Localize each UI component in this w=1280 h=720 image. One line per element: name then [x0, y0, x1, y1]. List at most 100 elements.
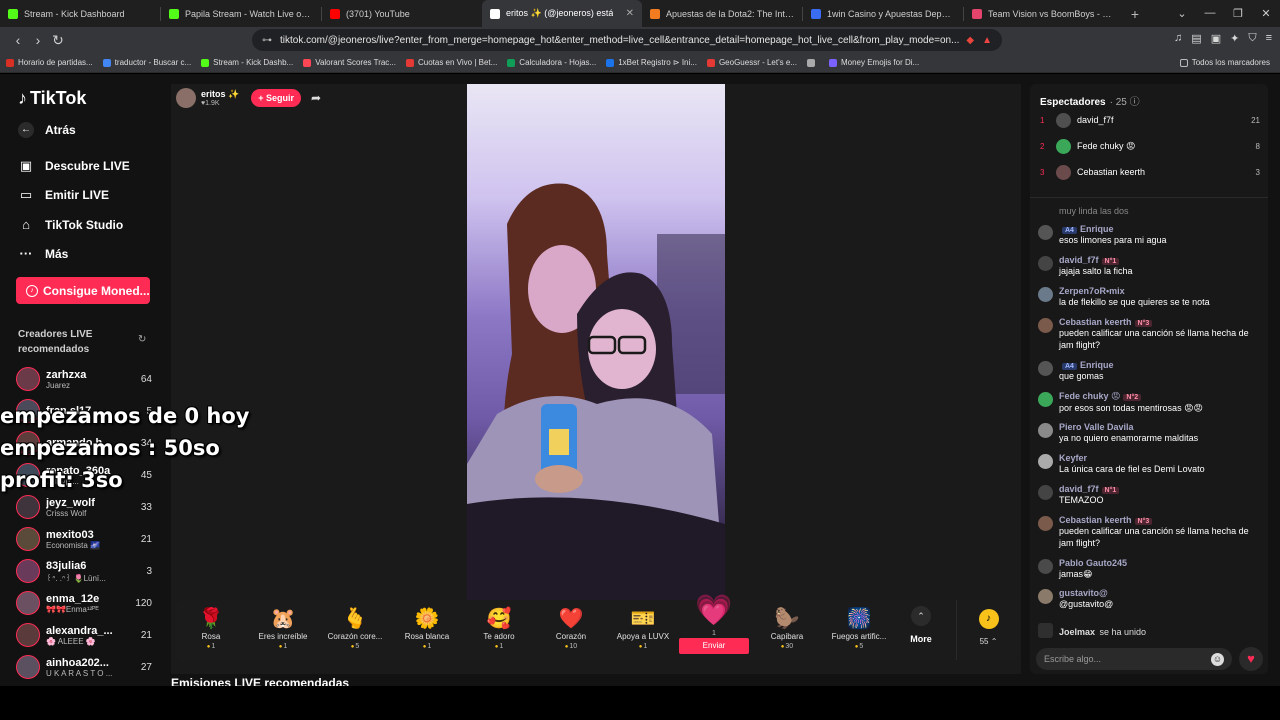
creator-item[interactable]: jeyz_wolf Crisss Wolf 33	[16, 492, 152, 522]
address-url[interactable]: tiktok.com/@jeoneros/live?enter_from_mer…	[280, 35, 959, 46]
top-viewer-row[interactable]: 3 Cebastian keerth 3	[1040, 162, 1260, 182]
stream-player[interactable]: eritos ✨ ♥1.9K + Seguir ➦	[171, 84, 1021, 674]
creator-item[interactable]: mexito03 Economista 🌌 21	[16, 524, 152, 554]
avatar[interactable]	[1038, 516, 1053, 531]
sidebar-icon[interactable]: ▤	[1191, 32, 1201, 45]
chat-username[interactable]: Piero Valle Davila	[1059, 422, 1134, 432]
sidebar-item-tiktok-studio[interactable]: ⌂ TikTok Studio	[18, 217, 123, 232]
browser-tab[interactable]: eritos ✨ (@jeoneros) está ✕	[482, 0, 642, 27]
creator-item[interactable]: 83julia6 ꒰ᐢ. .ᐢ꒱ 🌷Lūnï... 3	[16, 556, 152, 586]
chat-username[interactable]: Fede chuky 😡	[1059, 391, 1120, 401]
address-bar[interactable]: ⊶ tiktok.com/@jeoneros/live?enter_from_m…	[252, 29, 1002, 51]
gift-item[interactable]: 🦫 Capibara 30	[752, 600, 822, 660]
bookmark-item[interactable]: Horario de partidas...	[6, 58, 93, 67]
avatar[interactable]	[1038, 485, 1053, 500]
share-icon[interactable]: ➦	[311, 91, 321, 105]
extension-triangle-icon[interactable]: ▲	[982, 35, 992, 46]
get-coins-button[interactable]: ♪ Consigue Moned...	[16, 277, 150, 304]
shield-icon[interactable]: ⛉	[1248, 32, 1256, 45]
like-heart-icon[interactable]: ♥	[1239, 647, 1263, 671]
avatar[interactable]	[1038, 361, 1053, 376]
gift-item[interactable]: 🥰 Te adoro 1	[464, 600, 534, 660]
chat-username[interactable]: Enrique	[1080, 224, 1114, 234]
close-tab-icon[interactable]: ✕	[622, 8, 634, 19]
avatar[interactable]	[1038, 256, 1053, 271]
browser-tab[interactable]: Team Vision vs BoomBoys - 20/08/2	[964, 0, 1124, 27]
ai-sparkle-icon[interactable]: ✦	[1230, 32, 1239, 45]
bookmark-item[interactable]: Money Emojis for Di...	[828, 58, 919, 67]
host-avatar[interactable]	[176, 88, 196, 108]
forward-icon[interactable]: ›	[28, 32, 48, 48]
browser-tab[interactable]: Stream - Kick Dashboard	[0, 0, 160, 27]
viewers-header[interactable]: Espectadores · 25 ⓘ	[1040, 93, 1140, 108]
gift-item[interactable]: ❤️ Corazón 10	[536, 600, 606, 660]
browser-tab[interactable]: (3701) YouTube	[322, 0, 482, 27]
chat-username[interactable]: Cebastian keerth	[1059, 317, 1132, 327]
site-info-icon[interactable]: ⊶	[262, 35, 272, 46]
chat-username[interactable]: Cebastian keerth	[1059, 515, 1132, 525]
chat-input[interactable]	[1036, 648, 1232, 670]
avatar[interactable]	[1038, 287, 1053, 302]
menu-icon[interactable]: ≡	[1266, 32, 1272, 45]
media-icon[interactable]: ♫	[1174, 32, 1182, 45]
sidebar-item-discover-live[interactable]: ▣ Descubre LIVE	[18, 158, 130, 174]
gift-item[interactable]: 🎆 Fuegos artific... 5	[824, 600, 894, 660]
bookmark-item[interactable]: Stream - Kick Dashb...	[201, 58, 293, 67]
chat-username[interactable]: gustavito@	[1059, 588, 1108, 598]
new-tab-button[interactable]: +	[1124, 0, 1146, 27]
gift-featured[interactable]: 💗 1 Enviar	[679, 592, 749, 656]
browser-tab[interactable]: Apuestas de la Dota2: The Internatio	[642, 0, 802, 27]
bookmark-item[interactable]: traductor - Buscar c...	[102, 58, 191, 67]
top-viewer-row[interactable]: 1 david_f7f 21	[1040, 110, 1260, 130]
avatar[interactable]	[1038, 589, 1053, 604]
gift-item[interactable]: 🌹 Rosa 1	[176, 600, 246, 660]
close-window-icon[interactable]: ✕	[1252, 7, 1280, 20]
creator-item[interactable]: zarhzxa Juarez 64	[16, 364, 152, 394]
chat-username[interactable]: david_f7f	[1059, 255, 1099, 265]
bookmark-item[interactable]: Cuotas en Vivo | Bet...	[405, 58, 497, 67]
bookmark-item[interactable]: Calculadora - Hojas...	[507, 58, 596, 67]
join-user[interactable]: Joelmax	[1059, 627, 1095, 637]
send-gift-button[interactable]: Enviar	[679, 638, 749, 654]
browser-tab[interactable]: Papila Stream - Watch Live on K	[161, 0, 321, 27]
gift-item[interactable]: 🐹 Eres increíble 1	[248, 600, 318, 660]
back-link[interactable]: ← Atrás	[18, 122, 76, 138]
creator-item[interactable]: alexandra_... 🌸 ALEEE 🌸 21	[16, 620, 152, 650]
tab-search-icon[interactable]: ⌄	[1168, 7, 1196, 20]
wallet-icon[interactable]: ▣	[1211, 32, 1221, 45]
emoji-icon[interactable]: ☺	[1211, 653, 1224, 666]
maximize-icon[interactable]: ❐	[1224, 7, 1252, 20]
avatar[interactable]	[1038, 318, 1053, 333]
chat-username[interactable]: Zerpen7oR•mix	[1059, 286, 1125, 296]
more-gifts-button[interactable]: ⌃ More	[901, 606, 941, 644]
host-name[interactable]: eritos ✨	[201, 89, 239, 100]
minimize-icon[interactable]: —	[1196, 7, 1224, 20]
coin-balance[interactable]: ♪ 55 ⌃	[956, 600, 1020, 660]
bookmark-item[interactable]: GeoGuessr - Let's e...	[706, 58, 797, 67]
refresh-icon[interactable]: ↻	[138, 334, 146, 345]
avatar[interactable]	[1038, 454, 1053, 469]
avatar[interactable]	[1038, 392, 1053, 407]
chat-username[interactable]: david_f7f	[1059, 484, 1099, 494]
gift-item[interactable]: 🎫 Apoya a LUVX 1	[608, 600, 678, 660]
extension-shield-icon[interactable]: ◆	[966, 35, 974, 46]
creator-item[interactable]: enma_12e 🎀🎀Enma¹²ᴾᴱ 120	[16, 588, 152, 618]
chat-username[interactable]: Enrique	[1080, 360, 1114, 370]
avatar[interactable]	[1038, 559, 1053, 574]
sidebar-item-go-live[interactable]: ▭ Emitir LIVE	[18, 187, 109, 203]
avatar[interactable]	[1038, 423, 1053, 438]
all-bookmarks[interactable]: Todos los marcadores	[1179, 58, 1270, 67]
chat-username[interactable]: Keyfer	[1059, 453, 1087, 463]
creator-item[interactable]: ainhoa202... U K A R A S T O ... 27	[16, 652, 152, 682]
follow-button[interactable]: + Seguir	[251, 89, 301, 107]
avatar[interactable]	[1038, 225, 1053, 240]
bookmark-item[interactable]: 1xBet Registro ⊳ Ini...	[606, 58, 697, 67]
chat-username[interactable]: Pablo Gauto245	[1059, 558, 1127, 568]
live-video[interactable]	[467, 84, 725, 600]
browser-tab[interactable]: 1win Casino y Apuestas Deportivas	[803, 0, 963, 27]
tiktok-logo[interactable]: ♪ TikTok	[18, 88, 86, 109]
top-viewer-row[interactable]: 2 Fede chuky 😡 8	[1040, 136, 1260, 156]
sidebar-item-more[interactable]: ··· Más	[18, 246, 69, 261]
gift-item[interactable]: 🌼 Rosa blanca 1	[392, 600, 462, 660]
reload-icon[interactable]: ↻	[48, 32, 68, 49]
